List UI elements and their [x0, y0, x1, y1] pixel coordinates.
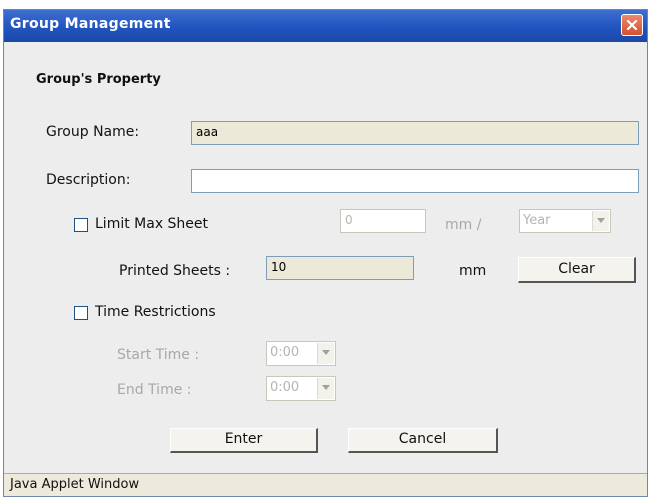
limit-max-sheet-checkbox[interactable] — [74, 218, 88, 232]
printed-unit-label: mm — [459, 263, 487, 279]
start-time-dropdown[interactable]: 0:00 — [266, 341, 336, 366]
description-label: Description: — [46, 172, 131, 188]
group-name-label: Group Name: — [46, 124, 140, 140]
close-icon — [626, 19, 638, 31]
time-restrictions-label: Time Restrictions — [95, 304, 216, 320]
close-button[interactable] — [621, 14, 643, 36]
time-restrictions-checkbox[interactable] — [74, 306, 88, 320]
dialog-window: Group Management Group's Property Group … — [3, 9, 648, 497]
description-field[interactable] — [191, 169, 639, 193]
printed-sheets-label: Printed Sheets : — [119, 263, 231, 279]
end-time-label: End Time : — [117, 382, 192, 398]
end-time-dropdown[interactable]: 0:00 — [266, 376, 336, 401]
limit-max-sheet-label: Limit Max Sheet — [95, 216, 209, 232]
printed-sheets-field: 10 — [266, 256, 414, 280]
clear-button[interactable]: Clear — [518, 257, 636, 283]
title-bar[interactable]: Group Management — [4, 10, 647, 42]
section-title: Group's Property — [36, 72, 161, 87]
period-dropdown[interactable]: Year — [519, 209, 611, 233]
chevron-down-icon — [322, 385, 330, 390]
period-dropdown-value: Year — [523, 213, 551, 228]
status-bar: Java Applet Window — [4, 473, 647, 496]
status-text: Java Applet Window — [10, 477, 140, 492]
period-dropdown-arrow[interactable] — [592, 211, 609, 231]
start-time-label: Start Time : — [117, 347, 200, 363]
group-name-field[interactable]: aaa — [191, 121, 639, 145]
limit-value-field[interactable]: 0 — [340, 209, 426, 233]
end-time-arrow[interactable] — [317, 378, 334, 399]
end-time-value: 0:00 — [270, 380, 300, 395]
chevron-down-icon — [597, 218, 605, 223]
start-time-arrow[interactable] — [317, 343, 334, 364]
chevron-down-icon — [322, 350, 330, 355]
enter-button[interactable]: Enter — [170, 428, 318, 453]
start-time-value: 0:00 — [270, 345, 300, 360]
limit-unit-label: mm / — [445, 217, 482, 233]
window-title: Group Management — [10, 16, 171, 32]
cancel-button[interactable]: Cancel — [348, 428, 498, 453]
